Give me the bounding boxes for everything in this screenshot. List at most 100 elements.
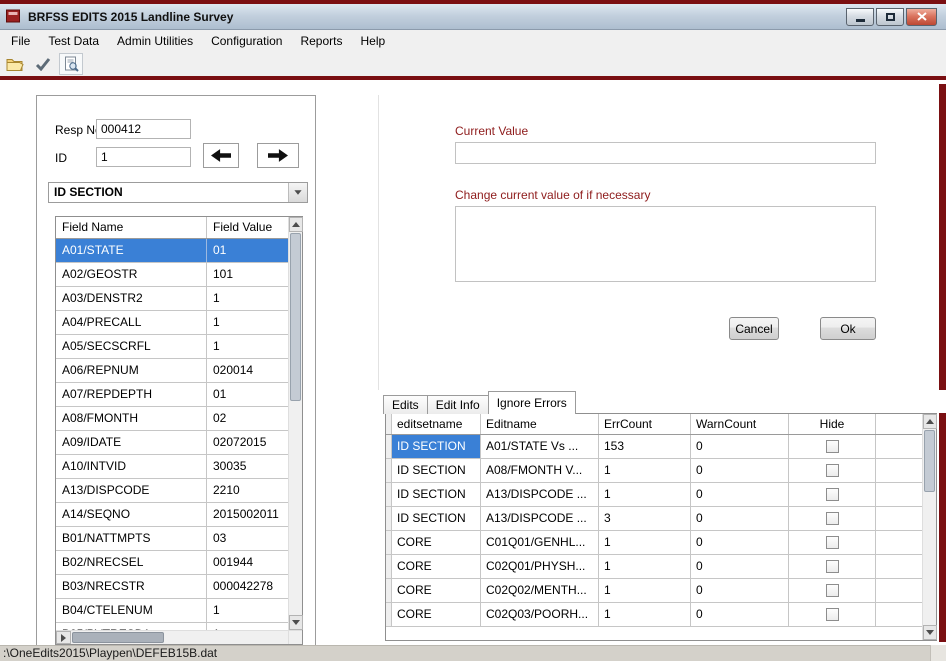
- ok-button[interactable]: Ok: [820, 317, 876, 340]
- field-value-cell[interactable]: 30035: [207, 455, 288, 478]
- errcount-cell[interactable]: 1: [599, 579, 691, 602]
- field-value-cell[interactable]: 1: [207, 335, 288, 358]
- field-grid-row[interactable]: A06/REPNUM020014: [56, 359, 288, 383]
- field-value-cell[interactable]: 01: [207, 239, 288, 262]
- field-grid-horizontal-scrollbar[interactable]: [56, 630, 288, 644]
- cancel-button[interactable]: Cancel: [729, 317, 779, 340]
- errors-grid-row[interactable]: ID SECTIONA13/DISPCODE ...30: [386, 507, 922, 531]
- warncount-cell[interactable]: 0: [691, 459, 789, 482]
- field-value-cell[interactable]: 1: [207, 311, 288, 334]
- field-name-cell[interactable]: A08/FMONTH: [56, 407, 207, 430]
- next-record-button[interactable]: [257, 143, 299, 168]
- minimize-button[interactable]: [846, 8, 874, 26]
- hide-checkbox[interactable]: [826, 536, 839, 549]
- column-header-editname[interactable]: Editname: [481, 414, 599, 434]
- errors-grid-row[interactable]: ID SECTIONA13/DISPCODE ...10: [386, 483, 922, 507]
- field-name-cell[interactable]: A09/IDATE: [56, 431, 207, 454]
- warncount-cell[interactable]: 0: [691, 579, 789, 602]
- menu-item-file[interactable]: File: [2, 31, 39, 51]
- column-header-field-name[interactable]: Field Name: [56, 217, 207, 238]
- hide-checkbox[interactable]: [826, 608, 839, 621]
- field-grid-row[interactable]: A04/PRECALL1: [56, 311, 288, 335]
- field-value-cell[interactable]: 001944: [207, 551, 288, 574]
- warncount-cell[interactable]: 0: [691, 483, 789, 506]
- warncount-cell[interactable]: 0: [691, 531, 789, 554]
- menu-item-configuration[interactable]: Configuration: [202, 31, 291, 51]
- errcount-cell[interactable]: 1: [599, 483, 691, 506]
- field-name-cell[interactable]: A10/INTVID: [56, 455, 207, 478]
- hide-checkbox[interactable]: [826, 560, 839, 573]
- errcount-cell[interactable]: 1: [599, 531, 691, 554]
- field-grid-row[interactable]: A01/STATE01: [56, 239, 288, 263]
- editname-cell[interactable]: C02Q01/PHYSH...: [481, 555, 599, 578]
- resp-no-input[interactable]: [96, 119, 191, 139]
- editsetname-cell[interactable]: CORE: [392, 579, 481, 602]
- field-grid-row[interactable]: A08/FMONTH02: [56, 407, 288, 431]
- field-name-cell[interactable]: A07/REPDEPTH: [56, 383, 207, 406]
- errcount-cell[interactable]: 1: [599, 459, 691, 482]
- warncount-cell[interactable]: 0: [691, 603, 789, 626]
- editsetname-cell[interactable]: ID SECTION: [392, 507, 481, 530]
- hide-checkbox[interactable]: [826, 464, 839, 477]
- open-file-button[interactable]: [3, 53, 27, 75]
- dropdown-button[interactable]: [288, 183, 307, 202]
- field-grid-row[interactable]: A14/SEQNO2015002011: [56, 503, 288, 527]
- menu-item-reports[interactable]: Reports: [291, 31, 351, 51]
- column-header-errcount[interactable]: ErrCount: [599, 414, 691, 434]
- change-value-textarea[interactable]: [455, 206, 876, 282]
- field-name-cell[interactable]: A14/SEQNO: [56, 503, 207, 526]
- hide-checkbox[interactable]: [826, 440, 839, 453]
- column-header-field-value[interactable]: Field Value: [207, 217, 288, 238]
- scroll-down-button[interactable]: [923, 625, 937, 640]
- hide-checkbox[interactable]: [826, 512, 839, 525]
- errcount-cell[interactable]: 1: [599, 603, 691, 626]
- editname-cell[interactable]: A08/FMONTH V...: [481, 459, 599, 482]
- field-grid-row[interactable]: B01/NATTMPTS03: [56, 527, 288, 551]
- column-header-warncount[interactable]: WarnCount: [691, 414, 789, 434]
- editname-cell[interactable]: C02Q02/MENTH...: [481, 579, 599, 602]
- field-grid-row[interactable]: A13/DISPCODE2210: [56, 479, 288, 503]
- field-value-cell[interactable]: 020014: [207, 359, 288, 382]
- menu-item-test-data[interactable]: Test Data: [39, 31, 108, 51]
- warncount-cell[interactable]: 0: [691, 555, 789, 578]
- field-grid-row[interactable]: B02/NRECSEL001944: [56, 551, 288, 575]
- editsetname-cell[interactable]: CORE: [392, 555, 481, 578]
- field-grid-row[interactable]: B05/PVTRESD11: [56, 623, 288, 630]
- maximize-button[interactable]: [876, 8, 904, 26]
- id-input[interactable]: [96, 147, 191, 167]
- tab-ignore-errors[interactable]: Ignore Errors: [488, 391, 576, 414]
- field-name-cell[interactable]: A05/SECSCRFL: [56, 335, 207, 358]
- field-name-cell[interactable]: B05/PVTRESD1: [56, 623, 207, 630]
- errors-grid-row[interactable]: COREC02Q02/MENTH...10: [386, 579, 922, 603]
- validate-button[interactable]: [31, 53, 55, 75]
- editsetname-cell[interactable]: CORE: [392, 603, 481, 626]
- field-grid-row[interactable]: A02/GEOSTR101: [56, 263, 288, 287]
- errcount-cell[interactable]: 1: [599, 555, 691, 578]
- print-preview-button[interactable]: [59, 53, 83, 75]
- resize-grip[interactable]: [930, 645, 946, 661]
- editname-cell[interactable]: A13/DISPCODE ...: [481, 507, 599, 530]
- field-value-cell[interactable]: 000042278: [207, 575, 288, 598]
- field-grid-row[interactable]: B04/CTELENUM1: [56, 599, 288, 623]
- column-header-editsetname[interactable]: editsetname: [392, 414, 481, 434]
- editsetname-cell[interactable]: ID SECTION: [392, 483, 481, 506]
- hide-checkbox[interactable]: [826, 488, 839, 501]
- menu-item-admin-utilities[interactable]: Admin Utilities: [108, 31, 202, 51]
- field-grid-row[interactable]: A03/DENSTR21: [56, 287, 288, 311]
- field-name-cell[interactable]: B04/CTELENUM: [56, 599, 207, 622]
- field-value-cell[interactable]: 01: [207, 383, 288, 406]
- scrollbar-thumb[interactable]: [290, 233, 301, 401]
- menu-item-help[interactable]: Help: [352, 31, 395, 51]
- errors-grid-row[interactable]: COREC01Q01/GENHL...10: [386, 531, 922, 555]
- scroll-up-button[interactable]: [289, 217, 303, 232]
- scroll-up-button[interactable]: [923, 414, 937, 429]
- scroll-right-button[interactable]: [56, 631, 71, 644]
- column-header-hide[interactable]: Hide: [789, 414, 876, 434]
- editname-cell[interactable]: A01/STATE Vs ...: [481, 435, 599, 458]
- errcount-cell[interactable]: 3: [599, 507, 691, 530]
- field-name-cell[interactable]: B02/NRECSEL: [56, 551, 207, 574]
- section-dropdown[interactable]: ID SECTION: [48, 182, 308, 203]
- field-name-cell[interactable]: A03/DENSTR2: [56, 287, 207, 310]
- field-value-cell[interactable]: 1: [207, 287, 288, 310]
- errors-grid-row[interactable]: COREC02Q01/PHYSH...10: [386, 555, 922, 579]
